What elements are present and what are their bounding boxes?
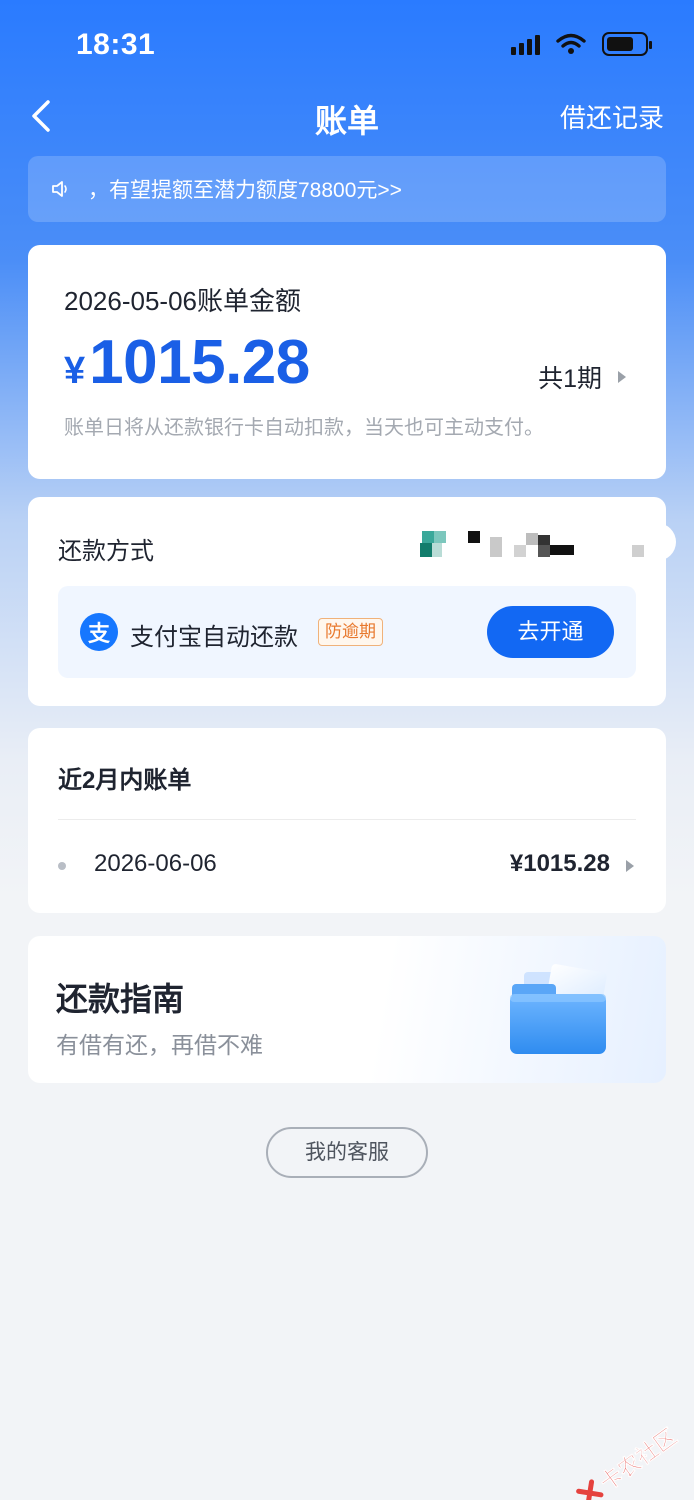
bullet-dot-icon xyxy=(58,862,66,870)
watermark-text: 卡农社区 xyxy=(595,1423,682,1496)
customer-service-button[interactable]: 我的客服 xyxy=(266,1127,428,1178)
nav-bar: 账单 借还记录 xyxy=(0,88,694,144)
notice-banner[interactable]: ，有望提额至潜力额度78800元>> xyxy=(28,156,666,222)
activate-button[interactable]: 去开通 xyxy=(487,606,614,658)
status-bar: 18:31 xyxy=(0,0,694,90)
bill-amount-value: 1015.28 xyxy=(89,328,310,397)
repay-method-title: 还款方式 xyxy=(58,538,154,565)
periods-link[interactable]: 共1期 xyxy=(538,359,626,395)
status-icons xyxy=(511,32,652,56)
repay-guide-card[interactable]: 还款指南 有借有还，再借不难 xyxy=(28,936,666,1083)
loan-history-link[interactable]: 借还记录 xyxy=(560,98,664,135)
watermark-logo: 卡农社区 xyxy=(571,1420,682,1500)
masked-bank-card-icon xyxy=(390,529,650,557)
speaker-icon xyxy=(52,181,67,197)
recent-bills-title: 近2月内账单 xyxy=(58,767,192,794)
recent-bills-card: 近2月内账单 2026-06-06 ¥1015.28 xyxy=(28,728,666,913)
card-edge-tab xyxy=(656,523,676,561)
guide-title: 还款指南 xyxy=(56,981,185,1017)
guide-subtitle: 有借有还，再借不难 xyxy=(56,1032,263,1058)
back-arrow-icon[interactable] xyxy=(26,98,58,134)
alipay-autopay-row: 支 支付宝自动还款 防逾期 去开通 xyxy=(58,586,636,678)
battery-icon xyxy=(602,32,652,56)
anti-overdue-badge: 防逾期 xyxy=(318,618,383,646)
periods-label: 共1期 xyxy=(538,365,602,393)
bill-item-amount: ¥1015.28 xyxy=(509,850,610,877)
repay-method-card: 还款方式 支 支付宝自动还款 防逾期 去开通 xyxy=(28,497,676,706)
bill-summary-card: 2026-05-06账单金额 ¥ 1015.28 共1期 账单日将从还款银行卡自… xyxy=(28,245,666,479)
alipay-icon: 支 xyxy=(80,613,118,651)
notice-text: ，有望提额至潜力额度78800元>> xyxy=(88,179,402,202)
alipay-autopay-label: 支付宝自动还款 xyxy=(130,624,298,651)
bill-date-label: 2026-05-06账单金额 xyxy=(64,286,301,316)
currency-symbol: ¥ xyxy=(64,350,86,392)
cellular-signal-icon xyxy=(511,33,540,55)
bill-item-date: 2026-06-06 xyxy=(94,850,217,877)
bill-hint: 账单日将从还款银行卡自动扣款，当天也可主动支付。 xyxy=(64,417,544,439)
bill-list-item[interactable]: 2026-06-06 ¥1015.28 xyxy=(28,820,666,912)
wifi-icon xyxy=(556,33,586,54)
folder-icon xyxy=(510,964,607,1054)
chevron-right-icon xyxy=(626,860,634,872)
bill-amount: ¥ 1015.28 xyxy=(64,327,310,398)
chevron-right-icon xyxy=(618,371,626,383)
status-time: 18:31 xyxy=(76,28,156,61)
